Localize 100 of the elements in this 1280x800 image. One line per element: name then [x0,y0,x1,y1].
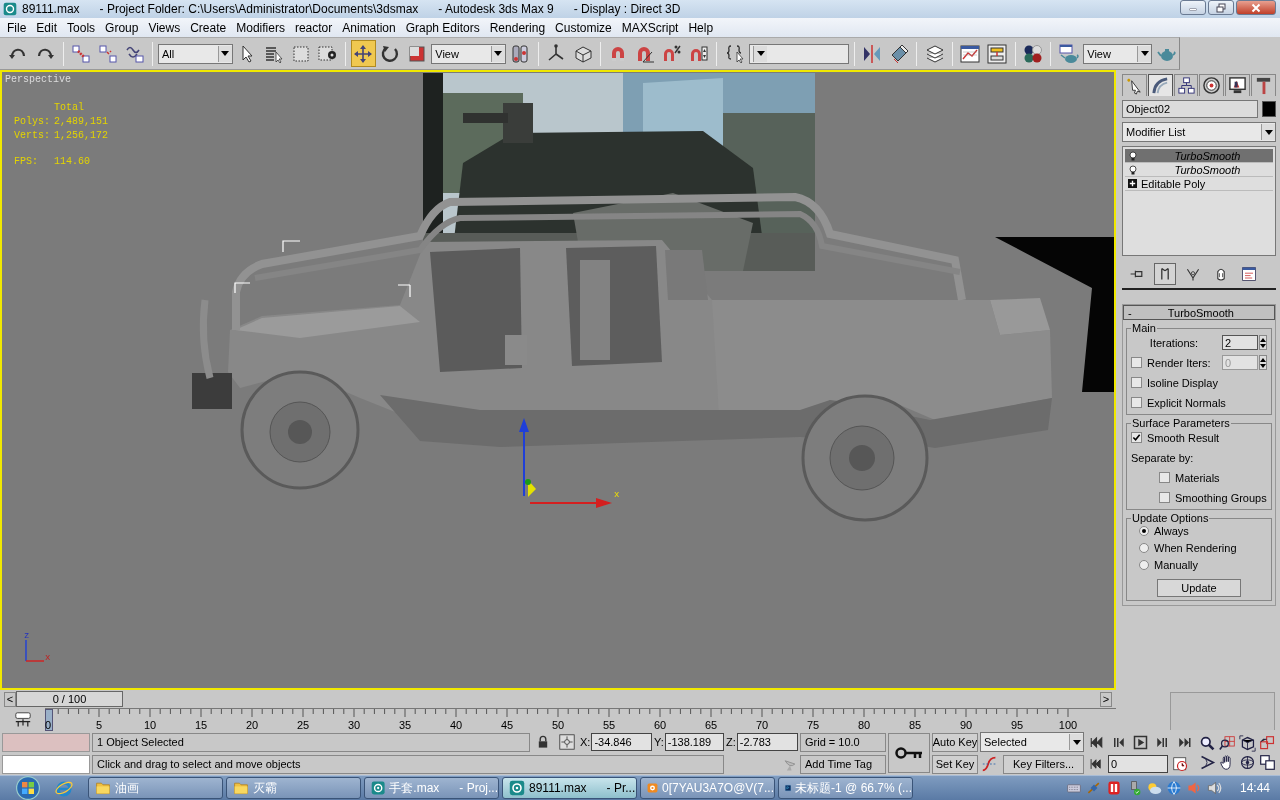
menu-item[interactable]: MAXScript [616,18,684,37]
show-end-result-button[interactable] [1154,263,1176,285]
monitor-icon [1228,76,1248,95]
taskbar-button[interactable]: 89111.max - Pr... [502,777,637,799]
checkbox-label: Isoline Display [1147,376,1218,389]
modifier-list-dropdown[interactable]: Modifier List [1122,122,1276,142]
panel-tab[interactable] [1199,74,1225,96]
frame-field[interactable]: 0 [1108,755,1168,773]
absolute-mode-button[interactable] [556,734,578,750]
cylinders-icon [510,43,531,64]
menu-item[interactable]: Edit [31,18,63,37]
checkbox[interactable] [1131,397,1142,408]
group-title: Main [1131,322,1157,334]
stack-item[interactable]: Editable Poly [1125,177,1273,191]
menu-item[interactable]: Modifiers [231,18,290,37]
checkbox[interactable] [1159,472,1170,483]
menu-item[interactable]: Help [683,18,719,37]
panel-tab[interactable] [1173,74,1199,96]
dropdown[interactable]: View [431,43,506,64]
satellite-icon [1085,780,1102,796]
script-listener-field[interactable] [2,732,90,752]
set-key-label-button[interactable]: Set Key [932,754,978,774]
coordinate-field[interactable]: -34.846 [591,733,652,751]
script-output-field[interactable] [2,754,90,774]
dropdown-arrow-icon [756,51,765,56]
menu-item[interactable]: Animation [337,18,401,37]
restore-button[interactable] [1208,0,1234,15]
field-label: Render Iters: [1147,356,1211,369]
spinner-arrows[interactable] [1259,355,1267,370]
search-icon [1198,735,1216,752]
app-icon [3,2,17,16]
previous-button[interactable]: < [4,691,16,707]
menu-item[interactable]: File [2,18,32,37]
key-set-dropdown[interactable]: Selected [980,732,1084,752]
key-filters-button[interactable]: Key Filters... [1003,754,1084,774]
panel-tab[interactable] [1122,74,1147,96]
panel-tab[interactable] [1147,74,1173,96]
add-time-tag-field[interactable]: Add Time Tag [800,754,886,774]
radio-button[interactable] [1139,543,1149,553]
vehicle-drawing[interactable] [192,193,1114,522]
menu-item[interactable]: Create [185,18,232,37]
auto-key-button[interactable]: Auto Key [932,732,978,752]
zoom-extents-all-button[interactable] [1258,735,1276,752]
expand-icon [1128,178,1137,188]
checkbox[interactable] [1131,432,1142,443]
radio-button[interactable] [1139,526,1149,536]
stack-item[interactable]: TurboSmooth [1125,149,1273,163]
dropdown[interactable] [749,43,849,64]
rollout-header[interactable]: - TurboSmooth [1123,305,1275,320]
checkbox[interactable] [1131,377,1142,388]
menu-item[interactable]: Tools [62,18,101,37]
record-icon [1105,780,1122,796]
panel-tab[interactable] [1225,74,1251,96]
color-swatch[interactable] [1262,101,1276,117]
update-button[interactable]: Update [1157,579,1241,597]
menu-item[interactable]: Rendering [484,18,551,37]
menu-item[interactable]: reactor [289,18,338,37]
fork-icon [1185,266,1201,282]
zoom-button[interactable] [1198,735,1216,752]
time-configuration-button[interactable] [1170,755,1190,773]
next-button[interactable]: > [1100,691,1112,707]
menu-item[interactable]: Graph Editors [400,18,485,37]
frame-marker[interactable] [45,709,53,731]
zoom-extents-button[interactable] [1238,735,1256,752]
menu-item[interactable]: Views [143,18,186,37]
zoom-all-button[interactable] [1218,735,1236,752]
panel-tab[interactable] [1251,74,1276,96]
coordinate-field[interactable]: -138.189 [664,733,724,751]
frame-number: 60 [653,719,667,731]
maximize-viewport-button[interactable] [1258,754,1276,771]
frame-number: 10 [143,719,157,731]
radio-button[interactable] [1139,560,1149,570]
coordinate-field[interactable]: -2.783 [736,733,798,751]
globe-icon [1165,780,1182,796]
frame-number: 75 [806,719,820,731]
circular-arrow-icon [380,43,401,64]
close-button[interactable] [1236,0,1276,15]
menu-item[interactable]: Customize [550,18,617,37]
frame-number: 80 [857,719,871,731]
menu-item[interactable]: Group [100,18,144,37]
dropdown[interactable]: View [1083,43,1153,64]
object-name-field[interactable]: Object02 [1122,100,1258,118]
up-down-arrows-icon [1260,356,1266,369]
dropdown[interactable]: All [158,43,233,64]
minimize-button[interactable] [1180,0,1206,15]
collapse-toggle[interactable]: - [1128,306,1132,319]
stat-label: FPS: [14,156,39,167]
radio-label: Always [1154,525,1189,537]
spinner-field[interactable]: 2 [1222,335,1258,350]
time-slider-thumb[interactable]: 0 / 100 [16,691,123,707]
arc-rotate-button[interactable] [1238,754,1256,771]
swirl-icon [509,780,525,796]
checkbox-label: Smooth Result [1147,431,1220,444]
cubes-icon [1258,735,1276,752]
checkbox[interactable] [1159,492,1170,503]
stack-item[interactable]: TurboSmooth [1125,163,1273,177]
spinner-arrows[interactable] [1259,335,1267,350]
move-button[interactable] [350,40,376,67]
zoom-grid-icon [1218,735,1236,752]
set-key-button[interactable] [888,733,930,773]
